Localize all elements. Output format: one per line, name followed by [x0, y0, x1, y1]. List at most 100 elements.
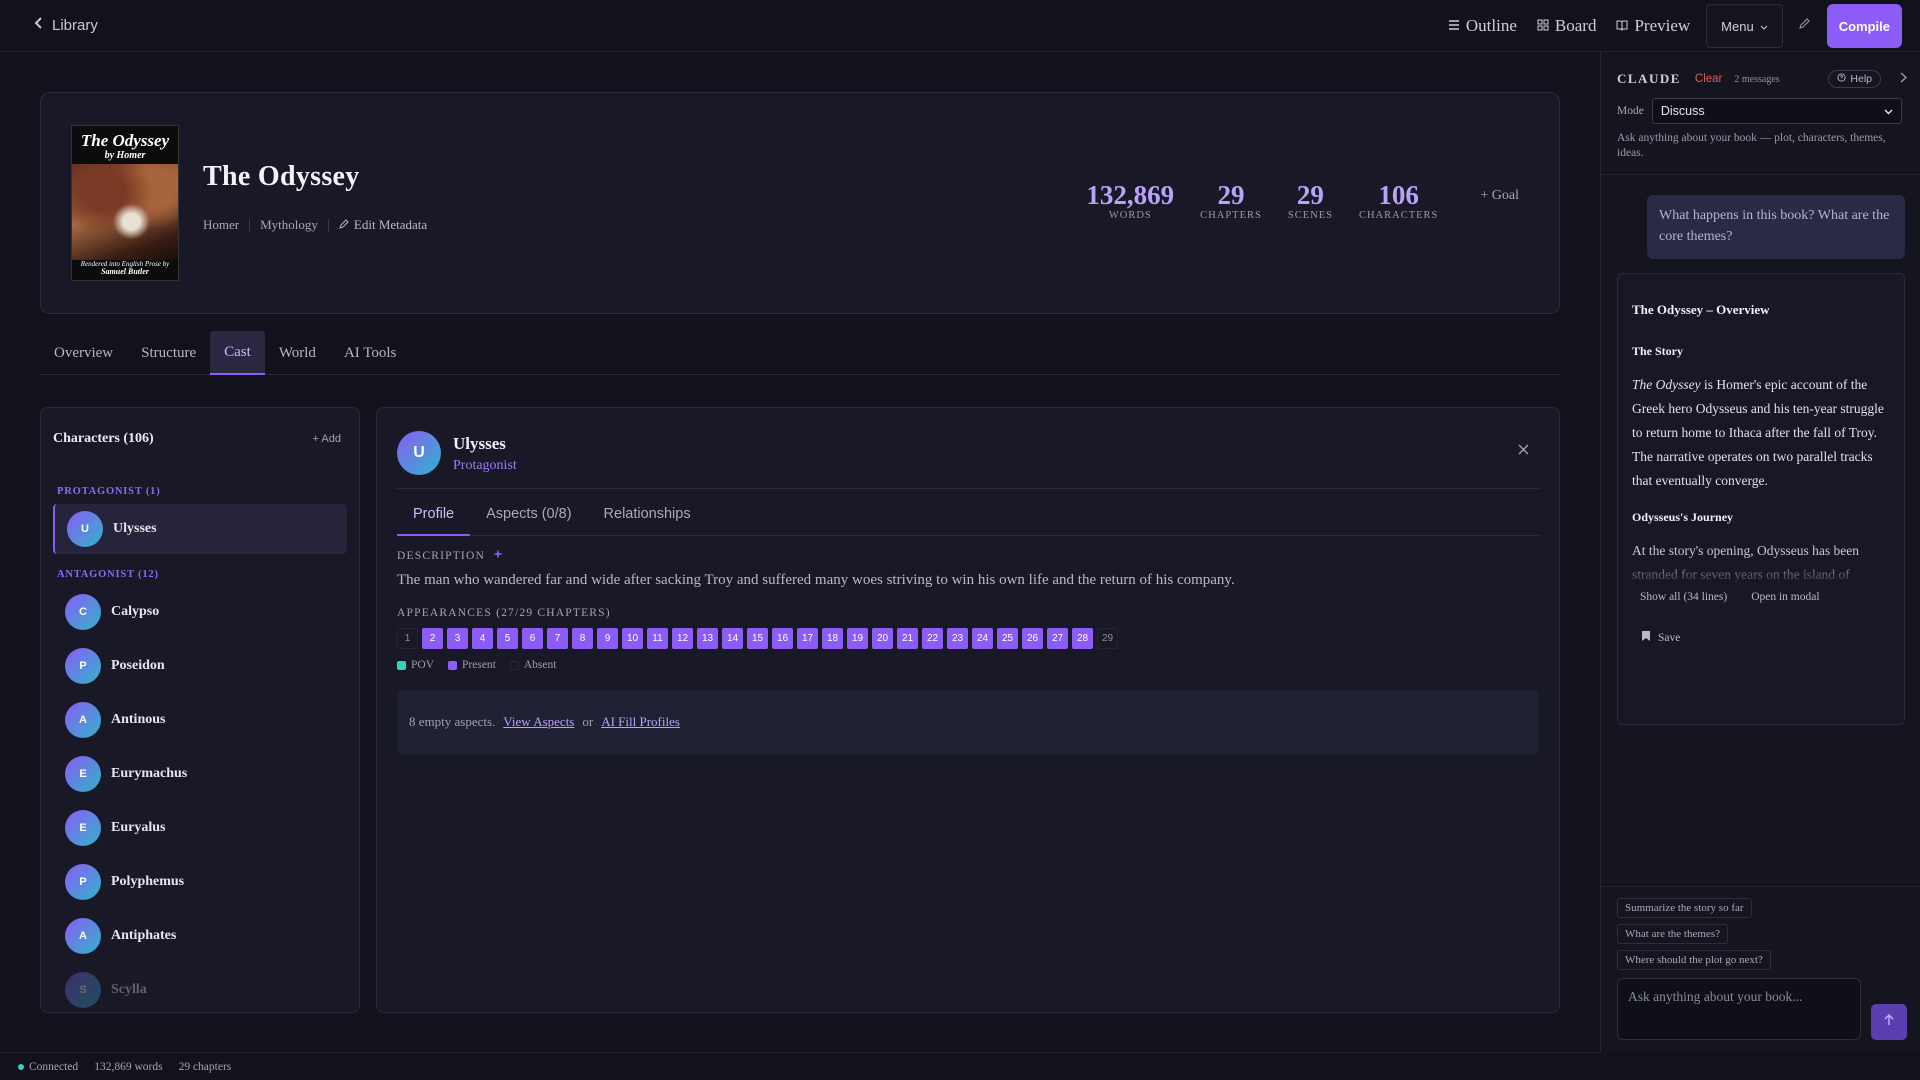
connection-status: Connected	[18, 1061, 78, 1073]
edit-pencil-button[interactable]	[1783, 17, 1827, 35]
menu-button[interactable]: Menu	[1706, 4, 1783, 48]
ai-fill-profiles-link[interactable]: AI Fill Profiles	[601, 714, 680, 730]
stat-characters: 106 CHARACTERS	[1359, 181, 1438, 221]
tab-cast[interactable]: Cast	[210, 331, 265, 375]
assistant-response: The Odyssey – Overview The Story The Ody…	[1617, 273, 1905, 725]
chapter-chip[interactable]: 24	[972, 628, 993, 649]
chapter-chip[interactable]: 3	[447, 628, 468, 649]
chapter-chip[interactable]: 27	[1047, 628, 1068, 649]
stat-value: 132,869	[1086, 180, 1175, 210]
stat-value: 106	[1378, 180, 1419, 210]
character-item-euryalus[interactable]: E Euryalus	[53, 803, 347, 853]
chapter-chip[interactable]: 9	[597, 628, 618, 649]
chapter-chip[interactable]: 4	[472, 628, 493, 649]
book-open-icon	[1616, 16, 1628, 36]
chapter-chip[interactable]: 19	[847, 628, 868, 649]
sparkle-icon[interactable]	[492, 549, 503, 562]
chapter-chip[interactable]: 18	[822, 628, 843, 649]
chapter-chip[interactable]: 15	[747, 628, 768, 649]
tab-world[interactable]: World	[265, 331, 330, 375]
legend-present: Present	[448, 659, 496, 671]
chat-input[interactable]: Ask anything about your book...	[1617, 978, 1861, 1040]
character-item-antinous[interactable]: A Antinous	[53, 695, 347, 745]
chapter-chip[interactable]: 5	[497, 628, 518, 649]
mode-select[interactable]: Discuss	[1651, 98, 1902, 124]
clear-chat-button[interactable]: Clear	[1695, 73, 1722, 85]
chapter-chip[interactable]: 10	[622, 628, 643, 649]
add-character-button[interactable]: + Add	[313, 433, 341, 445]
tab-structure[interactable]: Structure	[127, 331, 210, 375]
character-item-scylla[interactable]: S Scylla	[53, 965, 347, 1012]
edit-metadata-button[interactable]: Edit Metadata	[339, 217, 427, 233]
compile-button[interactable]: Compile	[1826, 4, 1902, 48]
present-swatch	[448, 660, 458, 670]
chapter-chip[interactable]: 25	[997, 628, 1018, 649]
library-back-link[interactable]: Library	[34, 16, 98, 34]
character-list-panel: Characters (106) + Add PROTAGONIST (1) U…	[40, 407, 360, 1013]
chapter-chip[interactable]: 12	[672, 628, 693, 649]
subtab-relationships[interactable]: Relationships	[588, 506, 707, 536]
cover-title: The Odyssey	[80, 131, 170, 150]
assistant-header: CLAUDE Clear 2 messages Help	[1617, 70, 1907, 88]
tab-overview[interactable]: Overview	[40, 331, 127, 375]
cover-subtitle: by Homer	[104, 150, 146, 161]
character-item-ulysses[interactable]: U Ulysses	[53, 504, 347, 554]
character-item-calypso[interactable]: C Calypso	[53, 587, 347, 637]
suggestion-chip[interactable]: Summarize the story so far	[1617, 898, 1752, 918]
board-button[interactable]: Board	[1527, 16, 1607, 36]
character-item-polyphemus[interactable]: P Polyphemus	[53, 857, 347, 907]
chapter-chip[interactable]: 21	[897, 628, 918, 649]
character-item-eurymachus[interactable]: E Eurymachus	[53, 749, 347, 799]
show-all-button[interactable]: Show all (34 lines)	[1640, 591, 1727, 603]
collapse-sidebar-button[interactable]	[1900, 72, 1907, 88]
empty-aspects-text: 8 empty aspects.	[409, 714, 496, 729]
avatar: E	[65, 756, 101, 792]
subtab-aspects[interactable]: Aspects (0/8)	[470, 506, 587, 536]
add-goal-button[interactable]: + Goal	[1480, 188, 1519, 204]
close-button[interactable]	[1518, 444, 1529, 460]
chapter-chip[interactable]: 22	[922, 628, 943, 649]
cover-footer: Rendered into English Prose by Samuel Bu…	[72, 260, 178, 276]
character-list-header: Characters (106) + Add	[53, 431, 341, 447]
avatar: U	[397, 431, 441, 475]
chapter-chip[interactable]: 29	[1097, 628, 1118, 649]
appearance-legend: POV Present Absent	[397, 659, 556, 671]
chapter-chip[interactable]: 13	[697, 628, 718, 649]
chapter-chip[interactable]: 17	[797, 628, 818, 649]
view-aspects-link[interactable]: View Aspects	[503, 714, 574, 730]
legend-absent-label: Absent	[523, 659, 557, 671]
subtab-profile[interactable]: Profile	[397, 506, 471, 536]
chapter-chip[interactable]: 7	[547, 628, 568, 649]
response-faded-text: At the story's opening, Odysseus has bee…	[1632, 543, 1860, 582]
save-button[interactable]: Save	[1642, 631, 1680, 644]
outline-button[interactable]: Outline	[1438, 16, 1527, 36]
preview-button[interactable]: Preview	[1606, 16, 1700, 36]
edit-metadata-label: Edit Metadata	[353, 217, 428, 232]
chapter-chip[interactable]: 1	[397, 628, 418, 649]
chapter-chip[interactable]: 23	[947, 628, 968, 649]
connection-label: Connected	[29, 1060, 79, 1073]
character-item-antiphates[interactable]: A Antiphates	[53, 911, 347, 961]
suggestion-chip[interactable]: Where should the plot go next?	[1617, 950, 1771, 970]
chapter-chip[interactable]: 2	[422, 628, 443, 649]
stat-label: WORDS	[1108, 210, 1152, 221]
send-button[interactable]	[1871, 1004, 1907, 1040]
chapter-chip[interactable]: 6	[522, 628, 543, 649]
book-author: Homer	[203, 217, 240, 232]
chapter-chip[interactable]: 28	[1072, 628, 1093, 649]
chapter-chip[interactable]: 16	[772, 628, 793, 649]
chapter-chip[interactable]: 11	[647, 628, 668, 649]
mode-value: Discuss	[1660, 104, 1705, 118]
chapter-chip[interactable]: 20	[872, 628, 893, 649]
chapter-chip[interactable]: 26	[1022, 628, 1043, 649]
chapter-chip[interactable]: 14	[722, 628, 743, 649]
character-item-poseidon[interactable]: P Poseidon	[53, 641, 347, 691]
open-modal-button[interactable]: Open in modal	[1751, 591, 1819, 603]
tab-ai-tools[interactable]: AI Tools	[330, 331, 410, 375]
help-label: Help	[1850, 73, 1872, 85]
main-area: The Odyssey by Homer Rendered into Engli…	[0, 52, 1600, 1052]
help-button[interactable]: Help	[1828, 70, 1881, 88]
suggestion-chip[interactable]: What are the themes?	[1617, 924, 1728, 944]
chapter-chip[interactable]: 8	[572, 628, 593, 649]
avatar: U	[67, 511, 103, 547]
